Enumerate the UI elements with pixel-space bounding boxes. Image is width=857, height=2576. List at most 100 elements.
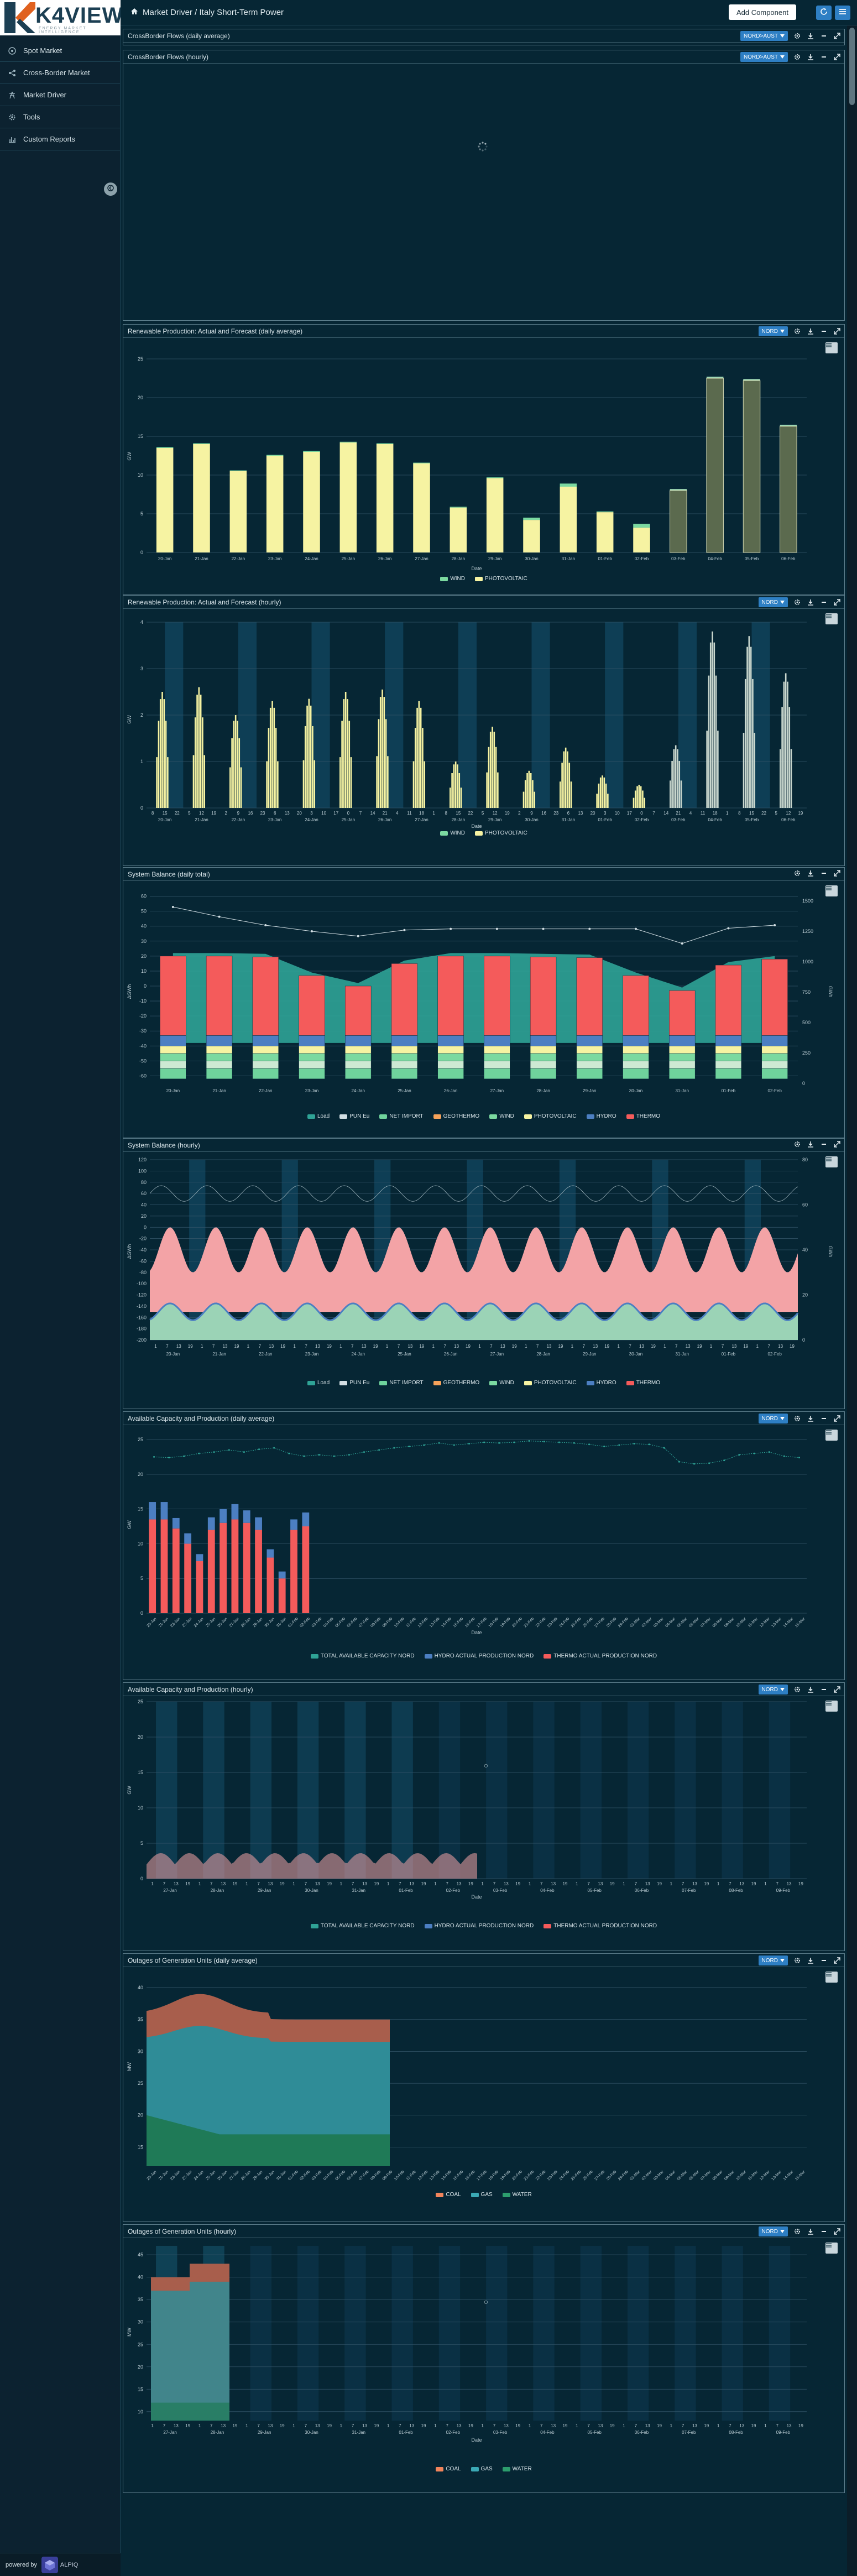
panel-header[interactable]: Renewable Production: Actual and Forecas… — [123, 596, 844, 609]
minimize-icon[interactable] — [820, 598, 828, 606]
legend-item[interactable]: PUN Eu — [339, 1380, 369, 1386]
download-icon[interactable] — [807, 1140, 814, 1148]
chart-menu-button[interactable] — [825, 1430, 838, 1441]
download-icon[interactable] — [807, 1686, 814, 1693]
zone-select[interactable]: NORD — [758, 597, 788, 607]
minimize-icon[interactable] — [820, 1957, 828, 1964]
panel-header[interactable]: CrossBorder Flows (daily average) NORD>AU… — [123, 29, 844, 43]
legend-item[interactable]: PUN Eu — [339, 1113, 369, 1119]
download-icon[interactable] — [807, 598, 814, 606]
chart-menu-button[interactable] — [825, 1701, 838, 1712]
sidebar-item-market-driver[interactable]: Market Driver — [0, 84, 121, 106]
expand-icon[interactable] — [833, 1957, 841, 1964]
zone-select[interactable]: NORD>AUST — [740, 52, 788, 62]
expand-icon[interactable] — [833, 2228, 841, 2235]
settings-icon[interactable] — [793, 327, 801, 335]
download-icon[interactable] — [807, 53, 814, 61]
legend-item[interactable]: GAS — [471, 2466, 493, 2472]
minimize-icon[interactable] — [820, 1140, 828, 1148]
minimize-icon[interactable] — [820, 2228, 828, 2235]
legend-item[interactable]: HYDRO — [586, 1380, 616, 1386]
legend-item[interactable]: HYDRO — [586, 1113, 616, 1119]
chart-menu-button[interactable] — [825, 885, 838, 896]
download-icon[interactable] — [807, 2228, 814, 2235]
settings-icon[interactable] — [793, 1415, 801, 1422]
legend-item[interactable]: GEOTHERMO — [433, 1113, 479, 1119]
download-icon[interactable] — [807, 32, 814, 40]
legend-item[interactable]: THERMO — [626, 1113, 660, 1119]
legend-item[interactable]: NET IMPORT — [379, 1113, 424, 1119]
expand-icon[interactable] — [833, 1415, 841, 1422]
expand-icon[interactable] — [833, 327, 841, 335]
panel-header[interactable]: Available Capacity and Production (daily… — [123, 1412, 844, 1425]
scrollbar-thumb[interactable] — [849, 28, 855, 105]
legend-item[interactable]: WIND — [440, 830, 465, 836]
panel-header[interactable]: CrossBorder Flows (hourly) NORD>AUST — [123, 50, 844, 64]
sidebar-item-custom-reports[interactable]: Custom Reports — [0, 128, 121, 150]
expand-icon[interactable] — [833, 32, 841, 40]
legend-item[interactable]: HYDRO ACTUAL PRODUCTION NORD — [424, 1653, 534, 1659]
expand-icon[interactable] — [833, 869, 841, 877]
settings-icon[interactable] — [793, 869, 801, 877]
sidebar-item-cross-border-market[interactable]: Cross-Border Market — [0, 62, 121, 84]
logo[interactable]: K4VIEW ENERGY MARKET INTELLIGENCE — [0, 0, 123, 35]
minimize-icon[interactable] — [820, 1415, 828, 1422]
legend-item[interactable]: HYDRO ACTUAL PRODUCTION NORD — [424, 1923, 534, 1929]
settings-icon[interactable] — [793, 53, 801, 61]
chart-menu-button[interactable] — [825, 342, 838, 353]
chart-menu-button[interactable] — [825, 1156, 838, 1167]
settings-icon[interactable] — [793, 1686, 801, 1693]
home-icon[interactable] — [130, 8, 138, 17]
sidebar-item-tools[interactable]: Tools — [0, 106, 121, 128]
minimize-icon[interactable] — [820, 32, 828, 40]
minimize-icon[interactable] — [820, 869, 828, 877]
expand-icon[interactable] — [833, 53, 841, 61]
settings-icon[interactable] — [793, 1140, 801, 1148]
legend-item[interactable]: GEOTHERMO — [433, 1380, 479, 1386]
minimize-icon[interactable] — [820, 53, 828, 61]
zone-select[interactable]: NORD — [758, 1414, 788, 1423]
zone-select[interactable]: NORD — [758, 1685, 788, 1694]
panel-header[interactable]: Outages of Generation Units (hourly) NORD — [123, 2225, 844, 2238]
zone-select[interactable]: NORD — [758, 326, 788, 336]
minimize-icon[interactable] — [820, 1686, 828, 1693]
download-icon[interactable] — [807, 1957, 814, 1964]
legend-item[interactable]: WIND — [489, 1113, 514, 1119]
download-icon[interactable] — [807, 869, 814, 877]
legend-item[interactable]: PHOTOVOLTAIC — [524, 1113, 577, 1119]
menu-button[interactable] — [835, 6, 850, 20]
refresh-button[interactable] — [816, 6, 832, 20]
legend-item[interactable]: WATER — [502, 2466, 532, 2472]
settings-icon[interactable] — [793, 32, 801, 40]
settings-icon[interactable] — [793, 2228, 801, 2235]
settings-icon[interactable] — [793, 1957, 801, 1964]
legend-item[interactable]: TOTAL AVAILABLE CAPACITY NORD — [310, 1923, 415, 1929]
legend-item[interactable]: TOTAL AVAILABLE CAPACITY NORD — [310, 1653, 415, 1659]
expand-icon[interactable] — [833, 1140, 841, 1148]
legend-item[interactable]: COAL — [436, 2466, 461, 2472]
panel-header[interactable]: Renewable Production: Actual and Forecas… — [123, 325, 844, 338]
legend-item[interactable]: PHOTOVOLTAIC — [474, 576, 527, 582]
expand-icon[interactable] — [833, 1686, 841, 1693]
minimize-icon[interactable] — [820, 327, 828, 335]
chart-menu-button[interactable] — [825, 1972, 838, 1983]
legend-item[interactable]: WIND — [440, 576, 465, 582]
legend-item[interactable]: THERMO ACTUAL PRODUCTION NORD — [544, 1923, 657, 1929]
legend-item[interactable]: THERMO — [626, 1380, 660, 1386]
legend-item[interactable]: THERMO ACTUAL PRODUCTION NORD — [544, 1653, 657, 1659]
legend-item[interactable]: WATER — [502, 2192, 532, 2198]
legend-item[interactable]: NET IMPORT — [379, 1380, 424, 1386]
panel-header[interactable]: Available Capacity and Production (hourl… — [123, 1683, 844, 1696]
scrollbar[interactable] — [847, 25, 857, 2576]
sidebar-collapse-button[interactable] — [104, 182, 117, 196]
download-icon[interactable] — [807, 1415, 814, 1422]
zone-select[interactable]: NORD — [758, 1956, 788, 1965]
zone-select[interactable]: NORD — [758, 2226, 788, 2236]
panel-header[interactable]: System Balance (hourly) — [123, 1139, 844, 1152]
breadcrumb-path[interactable]: Market Driver / Italy Short-Term Power — [143, 8, 284, 17]
legend-item[interactable]: Load — [307, 1380, 330, 1386]
legend-item[interactable]: WIND — [489, 1380, 514, 1386]
download-icon[interactable] — [807, 327, 814, 335]
chart-menu-button[interactable] — [825, 2243, 838, 2254]
legend-item[interactable]: COAL — [436, 2192, 461, 2198]
